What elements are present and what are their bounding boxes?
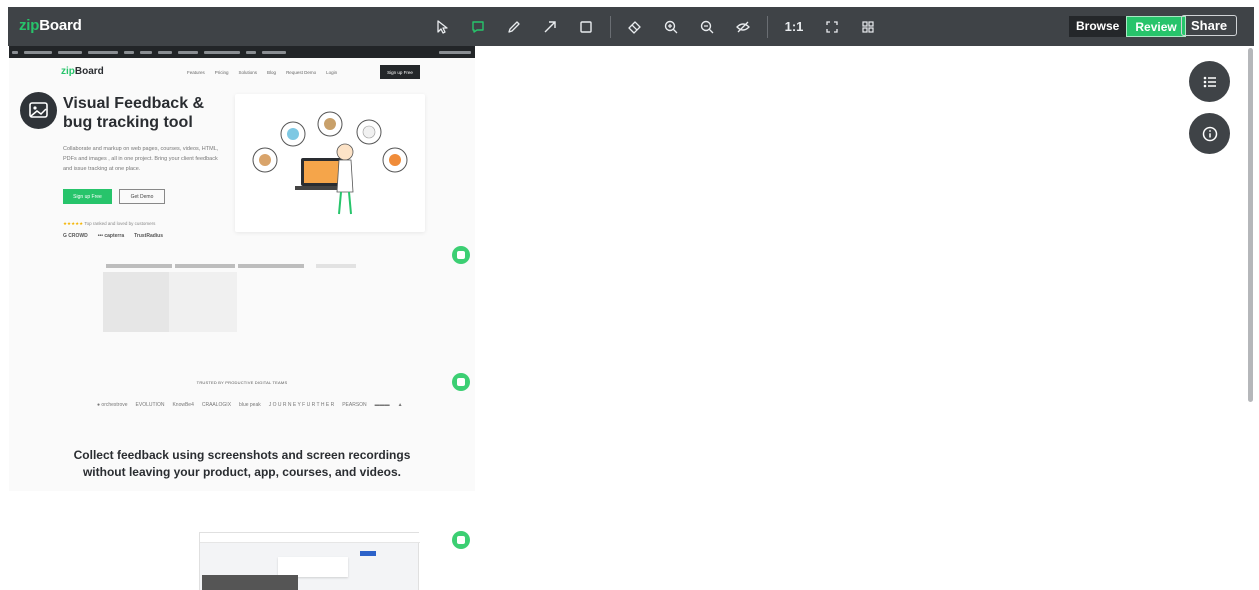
site-nav-features[interactable]: Features <box>187 70 205 75</box>
partner-logo: J O U R N E Y F U R T H E R <box>268 402 335 408</box>
partner-logo: blue peak <box>239 402 261 408</box>
trusted-heading: TRUSTED BY PRODUCTIVE DIGITAL TEAMS <box>196 380 288 385</box>
comment-icon[interactable] <box>460 7 496 46</box>
zoom-out-icon[interactable] <box>689 7 725 46</box>
review-badges: G CROWD ••• capterra TrustRadius <box>63 233 163 239</box>
product-screenshot-section <box>9 491 475 590</box>
partner-logo: CRAALOGIX <box>201 402 232 408</box>
hero-signup-button[interactable]: Sign up Free <box>63 189 112 204</box>
partner-logo: PEARSON <box>342 402 367 408</box>
video-placeholder <box>103 272 169 332</box>
star-rating: ★★★★★ <box>63 221 84 226</box>
video-placeholder <box>169 272 237 332</box>
partner-logo: ▲ <box>397 402 403 408</box>
comment-marker[interactable] <box>452 373 470 391</box>
grid-icon[interactable] <box>850 7 886 46</box>
mode-toggle: Browse Review <box>1069 16 1186 37</box>
site-logo[interactable]: zipBoard <box>61 66 104 77</box>
zipboard-app: zipBoard 1:1 Browse Review Share zipBoar… <box>0 0 1259 590</box>
toolbar-divider <box>610 15 611 38</box>
site-signup-button[interactable]: Sign up Free <box>380 65 420 79</box>
pencil-icon[interactable] <box>496 7 532 46</box>
arrow-icon[interactable] <box>532 7 568 46</box>
hero-illustration <box>235 94 425 232</box>
product-mockup <box>199 532 420 590</box>
annotation-tools: 1:1 <box>424 7 886 46</box>
feature-tabs-strip <box>106 264 356 268</box>
hero-title: Visual Feedback & bug tracking tool <box>63 95 205 131</box>
partner-logos: ● orchestrove EVOLUTION KnowBe4 CRAALOGI… <box>97 402 403 408</box>
top-toolbar: zipBoard 1:1 Browse Review Share <box>8 7 1254 46</box>
review-mode-button[interactable]: Review <box>1126 16 1186 37</box>
cursor-icon[interactable] <box>424 7 460 46</box>
website-preview[interactable]: zipBoard Features Pricing Solutions Blog… <box>9 46 475 590</box>
hero-description: Collaborate and markup on web pages, cou… <box>63 146 219 172</box>
partner-logo: ● orchestrove <box>97 402 128 408</box>
collect-heading: Collect feedback using screenshots and s… <box>73 448 411 479</box>
info-icon[interactable] <box>1189 113 1230 154</box>
eraser-icon[interactable] <box>617 7 653 46</box>
hero-demo-button[interactable]: Get Demo <box>119 189 165 204</box>
share-button[interactable]: Share <box>1181 15 1238 36</box>
rectangle-icon[interactable] <box>568 7 604 46</box>
zoom-in-icon[interactable] <box>653 7 689 46</box>
scrollbar[interactable] <box>1248 48 1253 402</box>
site-nav: Features Pricing Solutions Blog Request … <box>187 70 337 75</box>
partner-logo: ▬▬▬ <box>374 402 390 408</box>
rating-line: ★★★★★ Top ranked and loved by customers <box>63 221 156 226</box>
comment-marker[interactable] <box>452 531 470 549</box>
site-nav-request-demo[interactable]: Request Demo <box>286 70 316 75</box>
site-nav-pricing[interactable]: Pricing <box>215 70 229 75</box>
app-logo[interactable]: zipBoard <box>19 17 82 34</box>
list-icon[interactable] <box>1189 61 1230 102</box>
image-icon <box>20 92 57 129</box>
site-nav-login[interactable]: Login <box>326 70 337 75</box>
badge: TrustRadius <box>134 233 164 239</box>
partner-logo: KnowBe4 <box>172 402 194 408</box>
toolbar-divider <box>767 15 768 38</box>
zoom-level-button[interactable]: 1:1 <box>774 19 814 34</box>
hide-icon[interactable] <box>725 7 761 46</box>
site-nav-solutions[interactable]: Solutions <box>239 70 258 75</box>
badge: G CROWD <box>63 233 88 239</box>
wp-admin-bar <box>9 46 475 58</box>
fit-screen-icon[interactable] <box>814 7 850 46</box>
partner-logo: EVOLUTION <box>135 402 165 408</box>
browse-mode-button[interactable]: Browse <box>1069 16 1127 37</box>
comment-marker[interactable] <box>452 246 470 264</box>
badge: ••• capterra <box>97 233 125 239</box>
site-nav-blog[interactable]: Blog <box>267 70 276 75</box>
